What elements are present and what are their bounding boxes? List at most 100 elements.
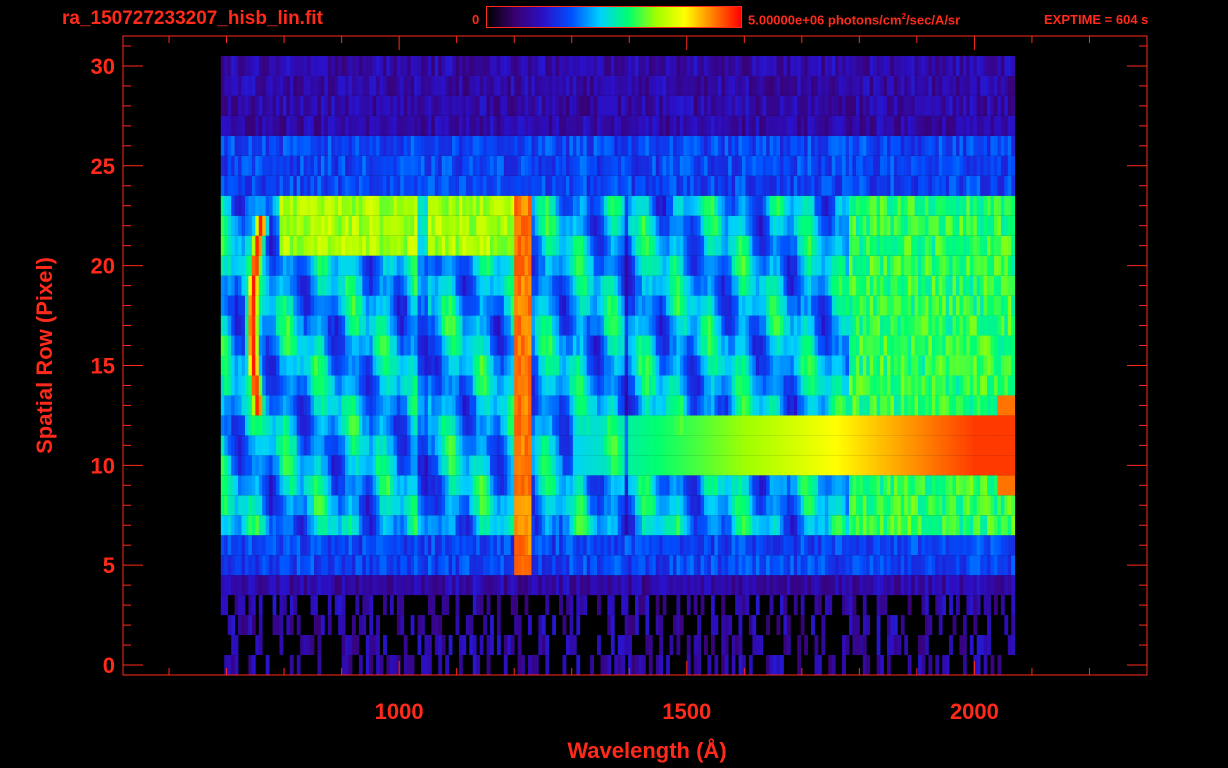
heatmap-cell	[890, 195, 895, 216]
heatmap-cell	[341, 595, 346, 616]
heatmap-cell	[438, 355, 443, 376]
heatmap-cell	[738, 395, 743, 416]
heatmap-cell	[804, 435, 808, 456]
heatmap-cell	[279, 555, 284, 576]
heatmap-cell	[565, 415, 570, 436]
heatmap-cell	[469, 375, 474, 396]
heatmap-cell	[707, 535, 712, 556]
heatmap-cell	[849, 255, 853, 276]
heatmap-cell	[438, 655, 443, 675]
heatmap-cell	[476, 515, 481, 536]
heatmap-cell	[890, 215, 895, 236]
heatmap-cell	[500, 435, 505, 456]
heatmap-cell	[607, 355, 612, 376]
heatmap-cell	[655, 455, 660, 476]
heatmap-cell	[441, 355, 446, 376]
heatmap-cell	[855, 415, 860, 436]
heatmap-cell	[427, 595, 432, 616]
heatmap-cell	[831, 335, 836, 356]
heatmap-cell	[624, 535, 629, 556]
heatmap-cell	[931, 495, 936, 516]
heatmap-cell	[824, 215, 829, 236]
heatmap-cell	[586, 355, 591, 376]
heatmap-cell	[593, 435, 598, 456]
heatmap-cell	[234, 235, 239, 256]
heatmap-cell	[824, 355, 829, 376]
heatmap-cell	[755, 435, 760, 456]
heatmap-cell	[572, 635, 577, 656]
heatmap-cell	[597, 295, 601, 316]
heatmap-cell	[410, 275, 415, 296]
heatmap-cell	[472, 495, 477, 516]
heatmap-cell	[238, 315, 242, 336]
heatmap-cell	[493, 235, 498, 256]
heatmap-cell	[365, 575, 370, 596]
heatmap-cell	[334, 495, 339, 516]
heatmap-cell	[845, 255, 850, 276]
heatmap-cell	[669, 395, 674, 416]
heatmap-cell	[403, 535, 408, 556]
heatmap-cell	[755, 555, 760, 576]
heatmap-cell	[376, 215, 380, 236]
heatmap-cell	[307, 295, 311, 316]
heatmap-cell	[269, 335, 273, 356]
heatmap-cell	[572, 435, 577, 456]
heatmap-cell	[348, 215, 353, 236]
heatmap-cell	[220, 515, 225, 536]
heatmap-cell	[534, 475, 539, 496]
heatmap-cell	[800, 555, 805, 576]
heatmap-cell	[717, 355, 722, 376]
heatmap-cell	[886, 355, 891, 376]
heatmap-cell	[721, 635, 726, 656]
heatmap-cell	[621, 455, 626, 476]
heatmap-cell	[555, 195, 560, 216]
heatmap-cell	[900, 615, 905, 636]
heatmap-cell	[1004, 475, 1009, 496]
heatmap-cell	[997, 215, 1002, 236]
heatmap-cell	[524, 595, 529, 616]
heatmap-cell	[565, 575, 570, 596]
heatmap-cell	[282, 575, 287, 596]
heatmap-cell	[793, 235, 798, 256]
spectrum-plot: 1000 1500 2000051015202530 Wavelength (Å) …	[32, 35, 1148, 763]
heatmap-cell	[224, 295, 229, 316]
heatmap-cell	[990, 475, 995, 496]
heatmap-cell	[697, 355, 701, 376]
heatmap-cell	[793, 555, 798, 576]
heatmap-cell	[531, 415, 536, 436]
heatmap-cell	[993, 575, 998, 596]
heatmap-cell	[731, 335, 736, 356]
heatmap-cell	[538, 415, 543, 436]
heatmap-cell	[393, 435, 398, 456]
heatmap-cell	[886, 195, 891, 216]
heatmap-cell	[389, 335, 394, 356]
heatmap-cell	[897, 235, 902, 256]
heatmap-cell	[655, 195, 660, 216]
heatmap-cell	[869, 475, 874, 496]
heatmap-cell	[655, 395, 660, 416]
heatmap-cell	[962, 215, 967, 236]
heatmap-cell	[1004, 555, 1009, 576]
heatmap-cell	[648, 635, 653, 656]
heatmap-cell	[507, 195, 512, 216]
heatmap-cell	[817, 515, 822, 536]
heatmap-cell	[745, 595, 750, 616]
heatmap-cell	[324, 295, 329, 316]
heatmap-cell	[779, 655, 784, 675]
heatmap-cell	[724, 475, 729, 496]
heatmap-cell	[552, 315, 557, 336]
heatmap-cell	[707, 475, 712, 496]
heatmap-cell	[769, 395, 774, 416]
heatmap-cell	[503, 375, 508, 396]
heatmap-cell	[569, 315, 574, 336]
heatmap-cell	[521, 495, 525, 516]
heatmap-cell	[224, 235, 229, 256]
heatmap-cell	[410, 435, 415, 456]
heatmap-cell	[921, 395, 926, 416]
heatmap-cell	[652, 495, 657, 516]
heatmap-cell	[334, 375, 339, 396]
heatmap-cell	[389, 435, 394, 456]
heatmap-cell	[486, 595, 491, 616]
heatmap-cell	[244, 555, 249, 576]
heatmap-cell	[559, 515, 563, 536]
